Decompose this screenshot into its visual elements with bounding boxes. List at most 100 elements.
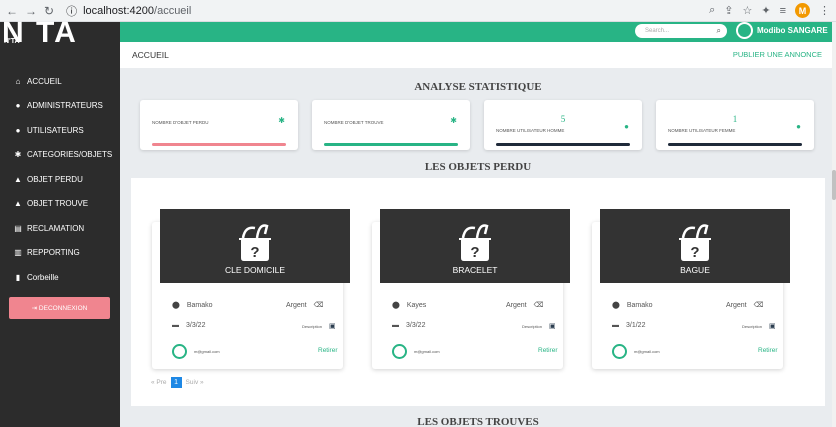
card-icon: ▬	[172, 322, 179, 329]
stat-card-women: 1 NOMBRE UTILISATEUR FEMME ●	[656, 100, 814, 150]
withdraw-link[interactable]: Retirer	[318, 347, 338, 354]
stats-title: ANALYSE STATISTIQUE	[414, 81, 542, 93]
stat-bar	[152, 143, 286, 146]
scrollbar-thumb[interactable]	[832, 170, 836, 200]
logout-label: DECONNEXION	[38, 304, 88, 312]
stat-value: 5	[560, 114, 566, 124]
stat-bar	[668, 143, 802, 146]
sidebar-item-label: RECLAMATION	[27, 223, 85, 233]
object-name: CLE DOMICILE	[225, 265, 285, 275]
page-header: ACCUEIL PUBLIER UNE ANNONCE	[120, 42, 836, 68]
user-menu[interactable]: Modibo SANGARE	[736, 22, 828, 39]
map-pin-icon: ⬤	[172, 302, 180, 309]
object-description: Description ▣	[302, 322, 336, 330]
svg-text:?: ?	[470, 244, 479, 261]
eraser-icon[interactable]: ⌫	[754, 301, 764, 309]
pager-current[interactable]: 1	[170, 377, 182, 388]
stat-bar	[496, 143, 630, 146]
object-image[interactable]: ? BRACELET	[380, 209, 570, 283]
browser-toolbar: ← → ↻ ⓘ localhost:4200/accueil ⌕ ⇪ ☆ ✦ ≡…	[0, 0, 836, 22]
object-category-label: Argent	[506, 301, 527, 309]
lost-bag-icon: ?	[679, 224, 711, 261]
extensions-icon[interactable]: ✦	[761, 4, 770, 17]
sidebar-item-label: ACCUEIL	[27, 76, 62, 86]
address-bar[interactable]: ⓘ localhost:4200/accueil	[66, 3, 191, 19]
map-pin-icon: ⬤	[392, 302, 400, 309]
users-icon: ●	[15, 125, 21, 135]
sidebar-item-categories-objets[interactable]: ✱ CATEGORIES/OBJETS	[0, 143, 120, 168]
top-bar: Search... ⌕ Modibo SANGARE	[120, 22, 836, 42]
sidebar-item-label: Corbeille	[27, 272, 59, 282]
object-city: Kayes	[406, 301, 427, 309]
eraser-icon[interactable]: ⌫	[534, 301, 544, 309]
description-label: Description	[522, 323, 543, 329]
object-name: BAGUE	[680, 265, 710, 275]
object-category: Argent ⌫	[506, 301, 544, 310]
object-location: ⬤ Bamako	[172, 301, 213, 310]
withdraw-link[interactable]: Retirer	[758, 347, 778, 354]
bag-icon: ▲	[14, 174, 22, 184]
zoom-icon[interactable]: ⌕	[709, 4, 715, 17]
app-logo[interactable]: N TA N'TA	[2, 16, 78, 50]
withdraw-link[interactable]: Retirer	[538, 347, 558, 354]
profile-avatar[interactable]: M	[795, 3, 810, 18]
id-card-icon[interactable]: ▣	[549, 322, 556, 330]
stat-label: NOMBRE UTILISATEUR HOMME	[496, 128, 565, 133]
sidebar-item-utilisateurs[interactable]: ● UTILISATEURS	[0, 118, 120, 143]
object-owner: m@gmail.com	[172, 344, 220, 359]
stat-card-men: 5 NOMBRE UTILISATEUR HOMME ●	[484, 100, 642, 150]
stat-label: NOMBRE UTILISATEUR FEMME	[668, 128, 736, 133]
more-icon[interactable]: ⋮	[819, 4, 830, 17]
user-icon: ●	[15, 101, 21, 111]
card-icon: ▬	[612, 322, 619, 329]
page-title: ACCUEIL	[132, 50, 169, 60]
svg-text:?: ?	[690, 244, 699, 261]
id-card-icon[interactable]: ▣	[329, 322, 336, 330]
tags-icon: ✱	[14, 150, 22, 160]
sidebar-item-objet-perdu[interactable]: ▲ OBJET PERDU	[0, 167, 120, 192]
publish-ad-link[interactable]: PUBLIER UNE ANNONCE	[733, 50, 822, 59]
sidebar-item-repporting[interactable]: ▥ REPPORTING	[0, 241, 120, 266]
object-description: Description ▣	[742, 322, 776, 330]
sidebar: N TA N'TA ⌂ ACCUEIL ● ADMINISTRATEURS ● UTILI…	[0, 16, 120, 427]
object-image[interactable]: ? BAGUE	[600, 209, 790, 283]
user-name: Modibo SANGARE	[757, 26, 828, 35]
object-date-value: 3/1/22	[626, 322, 646, 329]
object-date: ▬ 3/3/22	[172, 322, 205, 329]
lost-objects-title: LES OBJETS PERDU	[424, 161, 532, 173]
sidebar-item-label: CATEGORIES/OBJETS	[27, 150, 113, 160]
owner-email: m@gmail.com	[414, 349, 440, 354]
url-host: localhost:4200	[83, 4, 155, 17]
star-icon[interactable]: ☆	[742, 4, 752, 17]
sidebar-item-reclamation[interactable]: ▤ RECLAMATION	[0, 216, 120, 241]
sidebar-item-accueil[interactable]: ⌂ ACCUEIL	[0, 69, 120, 94]
logout-button[interactable]: ⇥ DECONNEXION	[9, 297, 110, 319]
object-image[interactable]: ? CLE DOMICILE	[160, 209, 350, 283]
object-location: ⬤ Kayes	[392, 301, 427, 310]
chart-icon: ▥	[14, 248, 22, 258]
pager-prev[interactable]: « Pre	[151, 379, 167, 386]
object-owner: m@gmail.com	[612, 344, 660, 359]
logout-icon: ⇥	[31, 305, 39, 312]
owner-email: m@gmail.com	[194, 349, 220, 354]
search-input[interactable]: Search... ⌕	[635, 24, 727, 38]
sidebar-item-label: ADMINISTRATEURS	[27, 101, 103, 111]
object-category-label: Argent	[726, 301, 747, 309]
scrollbar[interactable]	[832, 22, 836, 427]
search-icon[interactable]: ⌕	[717, 24, 721, 38]
share-icon[interactable]: ⇪	[724, 4, 733, 17]
url-path: /accueil	[154, 4, 192, 17]
user-icon: ●	[796, 122, 801, 131]
object-city: Bamako	[186, 301, 213, 309]
object-owner: m@gmail.com	[392, 344, 440, 359]
sidebar-item-corbeille[interactable]: ▮ Corbeille	[0, 265, 120, 290]
playlist-icon[interactable]: ≡	[780, 5, 786, 17]
stat-label: NOMBRE D'OBJET TROUVE	[324, 120, 384, 125]
id-card-icon[interactable]: ▣	[769, 322, 776, 330]
tags-icon: ✱	[278, 116, 285, 125]
sidebar-item-objet-trouve[interactable]: ▲ OBJET TROUVE	[0, 192, 120, 217]
search-placeholder: Search...	[645, 28, 670, 34]
sidebar-item-administrateurs[interactable]: ● ADMINISTRATEURS	[0, 94, 120, 119]
eraser-icon[interactable]: ⌫	[314, 301, 324, 309]
pager-next[interactable]: Suiv »	[186, 379, 204, 386]
